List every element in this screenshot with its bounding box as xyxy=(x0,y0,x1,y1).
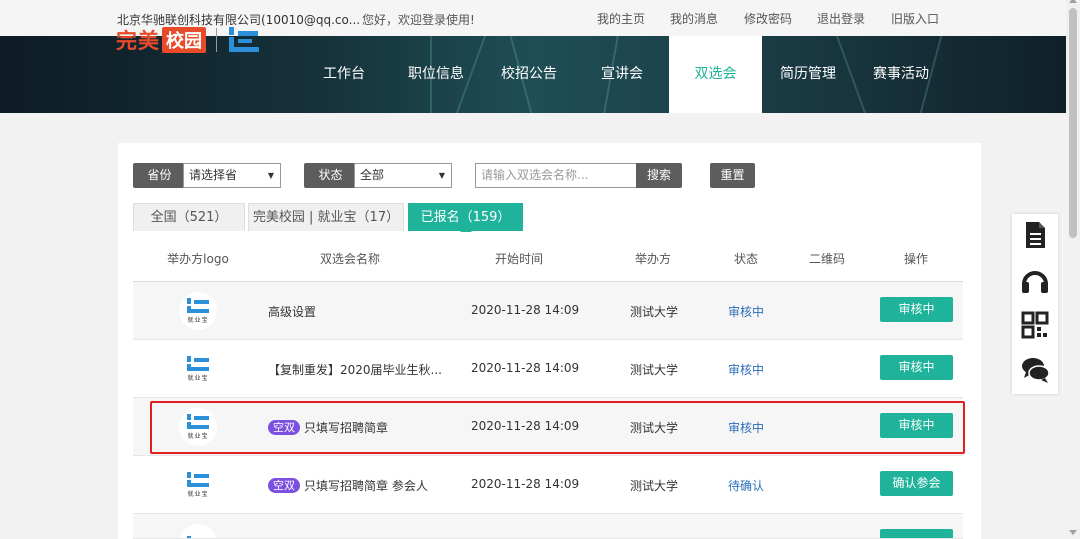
link-old-version[interactable]: 旧版入口 xyxy=(891,10,939,27)
action-button[interactable] xyxy=(880,529,953,538)
nav-job-info[interactable]: 职位信息 xyxy=(396,36,476,113)
table-header: 举办方logo 双选会名称 开始时间 举办方 状态 二维码 操作 xyxy=(133,232,963,282)
logo-caption: 就业宝 xyxy=(187,491,209,498)
fair-name[interactable]: 高级设置 xyxy=(268,303,316,320)
tab-registered[interactable]: 已报名（159） xyxy=(408,203,523,231)
page-scrollbar[interactable] xyxy=(1066,0,1080,539)
organizer: 测试大学 xyxy=(630,421,679,435)
header-logo: 举办方logo xyxy=(167,252,229,266)
start-time: 2020-11-28 14:09 xyxy=(471,303,580,317)
logo-caption: 就业宝 xyxy=(187,317,209,324)
fair-name[interactable]: 空双 只填写招聘简章 xyxy=(268,419,388,436)
status-link[interactable]: 审核中 xyxy=(728,361,764,378)
header-status: 状态 xyxy=(733,252,759,266)
status-select-value: 全部 xyxy=(360,168,385,182)
status-link[interactable]: 待确认 xyxy=(728,477,764,494)
greeting-text: 您好，欢迎登录使用! xyxy=(362,13,475,27)
jiuyebao-logo-icon xyxy=(229,27,259,52)
table-row: 就业宝 空双 只填写招聘简章 2020-11-28 14:09 测试大学 审核中 … xyxy=(133,398,963,456)
nav-presentation[interactable]: 宣讲会 xyxy=(582,36,662,113)
search-input[interactable]: 请输入双选会名称... xyxy=(475,163,637,188)
document-icon[interactable] xyxy=(1020,220,1050,250)
fair-name[interactable]: 空双 只填写招聘简章 参会人 xyxy=(268,477,428,494)
status-select[interactable]: 全部 ▼ xyxy=(354,163,452,188)
province-select[interactable]: 请选择省 ▼ xyxy=(183,163,281,188)
action-button[interactable]: 审核中 xyxy=(880,355,953,380)
chat-icon[interactable] xyxy=(1020,354,1050,384)
table-row: 就业宝 空双 只填写招聘简章 参会人 2020-11-28 14:09 测试大学 … xyxy=(133,456,963,514)
table-row: 就业宝 【复制重发】2020届毕业生秋... 2020-11-28 14:09 … xyxy=(133,340,963,398)
jiuyebao-logo-icon xyxy=(187,414,209,429)
organizer: 测试大学 xyxy=(630,305,679,319)
floating-toolbar xyxy=(1012,214,1058,394)
link-my-home[interactable]: 我的主页 xyxy=(597,10,645,27)
headset-icon[interactable] xyxy=(1020,266,1050,296)
jiuyebao-logo-icon xyxy=(187,472,209,487)
action-button[interactable]: 审核中 xyxy=(880,297,953,322)
jiuyebao-logo-icon xyxy=(187,298,209,313)
table-row: 就业宝 高级设置 2020-11-28 14:09 测试大学 审核中 审核中 xyxy=(133,282,963,340)
logo-divider xyxy=(216,28,217,52)
status-link[interactable]: 审核中 xyxy=(728,419,764,436)
table-row xyxy=(133,514,963,539)
logo-caption: 就业宝 xyxy=(187,433,209,440)
organizer: 测试大学 xyxy=(630,363,679,377)
brand-logo[interactable]: 完美 校园 xyxy=(116,24,261,56)
organizer-logo: 就业宝 xyxy=(179,466,217,504)
scroll-up-icon[interactable] xyxy=(1069,0,1077,3)
logo-wordmark-part2: 校园 xyxy=(162,27,206,53)
nav-events[interactable]: 赛事活动 xyxy=(861,36,941,113)
tab-nationwide[interactable]: 全国（521） xyxy=(133,203,245,231)
nav-workbench[interactable]: 工作台 xyxy=(304,36,384,113)
nav-job-fair[interactable]: 双选会 xyxy=(669,36,762,113)
qrcode-icon[interactable] xyxy=(1020,310,1050,340)
header-organizer: 举办方 xyxy=(634,252,672,266)
link-my-messages[interactable]: 我的消息 xyxy=(670,10,718,27)
organizer-logo: 就业宝 xyxy=(179,408,217,446)
fair-name-text: 【复制重发】2020届毕业生秋... xyxy=(268,363,442,377)
nav-resume-management[interactable]: 简历管理 xyxy=(768,36,848,113)
link-change-password[interactable]: 修改密码 xyxy=(744,10,792,27)
status-link[interactable]: 审核中 xyxy=(728,303,764,320)
scrollbar-thumb[interactable] xyxy=(1069,8,1077,238)
start-time: 2020-11-28 14:09 xyxy=(471,419,580,433)
fair-name-text: 只填写招聘简章 参会人 xyxy=(304,479,428,493)
fair-name-text: 高级设置 xyxy=(268,305,317,319)
logo-wordmark-part1: 完美 xyxy=(116,29,160,53)
chevron-down-icon: ▼ xyxy=(267,171,274,180)
header-qrcode: 二维码 xyxy=(808,252,846,266)
chevron-down-icon: ▼ xyxy=(438,171,445,180)
logo-caption: 就业宝 xyxy=(187,375,209,382)
organizer: 测试大学 xyxy=(630,479,679,493)
start-time: 2020-11-28 14:09 xyxy=(471,477,580,491)
scroll-down-icon[interactable] xyxy=(1069,530,1077,535)
start-time: 2020-11-28 14:09 xyxy=(471,361,580,375)
province-label: 省份 xyxy=(133,163,186,188)
tab-perfect-campus[interactable]: 完美校园 | 就业宝（17） xyxy=(248,203,404,231)
header-actions: 操作 xyxy=(903,252,929,266)
jiuyebao-logo-icon xyxy=(187,535,209,538)
fair-name-text: 只填写招聘简章 xyxy=(304,421,389,435)
search-button[interactable]: 搜索 xyxy=(636,163,682,188)
province-select-value: 请选择省 xyxy=(189,168,238,182)
action-button[interactable]: 审核中 xyxy=(880,413,953,438)
organizer-logo: 就业宝 xyxy=(179,292,217,330)
jiuyebao-logo-icon xyxy=(187,356,209,371)
nav-campus-notice[interactable]: 校招公告 xyxy=(489,36,569,113)
fair-name[interactable]: 【复制重发】2020届毕业生秋... xyxy=(268,361,442,378)
fair-type-tag: 空双 xyxy=(268,420,300,435)
header-fair-name: 双选会名称 xyxy=(319,252,381,266)
link-logout[interactable]: 退出登录 xyxy=(817,10,865,27)
header-start-time: 开始时间 xyxy=(494,252,544,266)
reset-button[interactable]: 重置 xyxy=(710,163,755,188)
fair-type-tag: 空双 xyxy=(268,478,300,493)
organizer-logo: 就业宝 xyxy=(179,350,217,388)
status-label: 状态 xyxy=(304,163,357,188)
action-button[interactable]: 确认参会 xyxy=(880,471,953,496)
organizer-logo xyxy=(179,524,217,538)
